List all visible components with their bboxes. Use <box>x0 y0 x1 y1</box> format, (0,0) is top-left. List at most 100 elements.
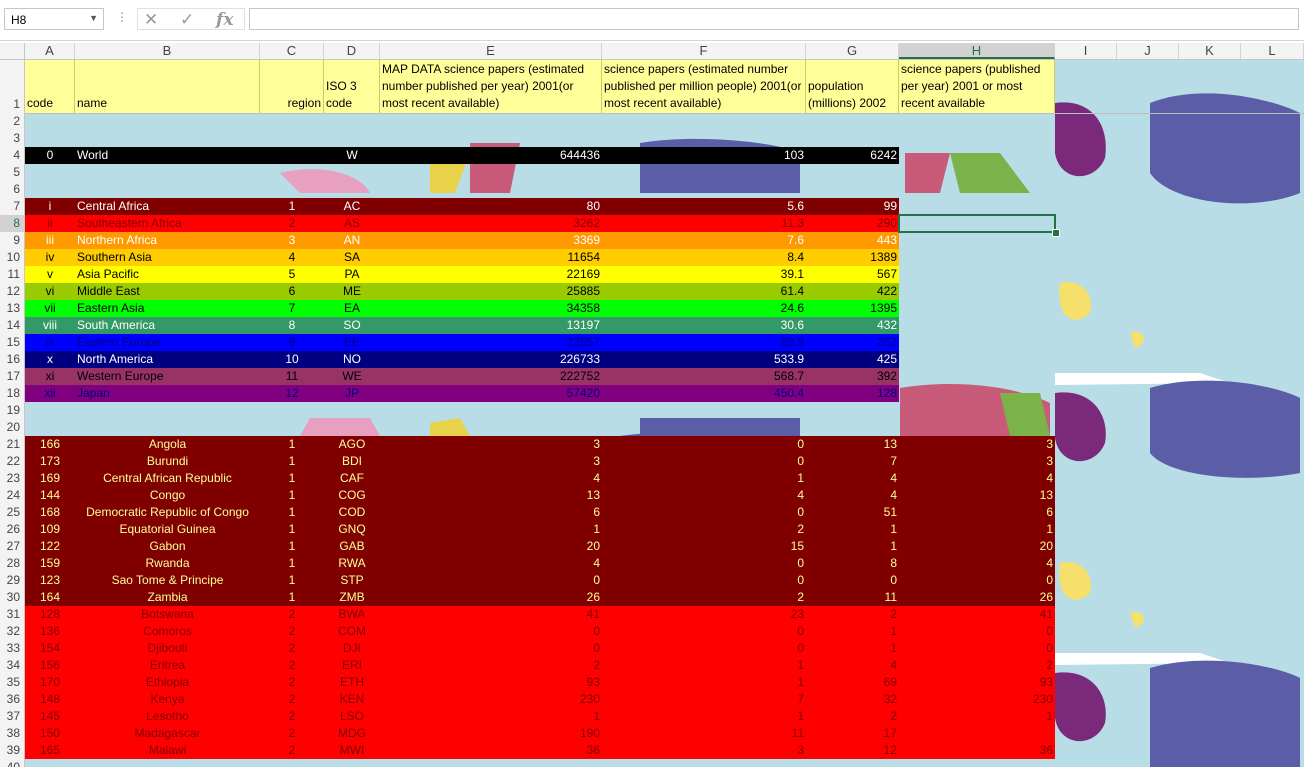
row-header-18[interactable]: 18 <box>0 385 24 402</box>
region-name: Northern Africa <box>77 233 158 247</box>
insert-function-icon[interactable]: fx <box>216 10 233 30</box>
row-header-10[interactable]: 10 <box>0 249 24 266</box>
header-cell-papers[interactable]: science papers (published per year) 2001… <box>899 60 1055 113</box>
country-iso: ERI <box>341 658 362 672</box>
select-all-corner[interactable] <box>0 43 25 59</box>
chevron-down-icon[interactable]: ▼ <box>89 13 98 23</box>
column-header-G[interactable]: G <box>806 43 899 59</box>
cancel-icon[interactable]: ✕ <box>144 10 158 30</box>
row-header-32[interactable]: 32 <box>0 623 24 640</box>
row-header-1[interactable]: 1 <box>0 60 24 113</box>
row-header-19[interactable]: 19 <box>0 402 24 419</box>
row-header-3[interactable]: 3 <box>0 130 24 147</box>
row-header-8[interactable]: 8 <box>0 215 24 232</box>
country-iso: ETH <box>340 675 364 689</box>
column-header-I[interactable]: I <box>1055 43 1117 59</box>
region-map-data: 34358 <box>566 301 600 315</box>
country-name: Botswana <box>141 607 194 621</box>
region-iso: AN <box>343 233 361 247</box>
column-header-H[interactable]: H <box>899 43 1055 59</box>
row-header-28[interactable]: 28 <box>0 555 24 572</box>
worksheet-grid[interactable]: code name region ISO 3 code MAP DATA science… <box>0 43 1304 767</box>
header-cell-code[interactable]: code <box>25 60 75 113</box>
more-options-icon[interactable]: ⋮ <box>116 10 128 24</box>
column-header-C[interactable]: C <box>260 43 324 59</box>
row-header-40[interactable]: 40 <box>0 759 24 767</box>
column-header-F[interactable]: F <box>602 43 806 59</box>
row-header-26[interactable]: 26 <box>0 521 24 538</box>
row-header-38[interactable]: 38 <box>0 725 24 742</box>
country-papers <box>899 725 1055 742</box>
row-header-33[interactable]: 33 <box>0 640 24 657</box>
row-header-31[interactable]: 31 <box>0 606 24 623</box>
column-header-L[interactable]: L <box>1241 43 1304 59</box>
row-header-21[interactable]: 21 <box>0 436 24 453</box>
row-header-35[interactable]: 35 <box>0 674 24 691</box>
country-code: 166 <box>39 437 61 451</box>
row-header-22[interactable]: 22 <box>0 453 24 470</box>
row-header-34[interactable]: 34 <box>0 657 24 674</box>
header-cell-iso[interactable]: ISO 3 code <box>324 60 380 113</box>
row-header-5[interactable]: 5 <box>0 164 24 181</box>
formula-buttons: ✕ ✓ fx <box>137 8 245 30</box>
header-label: population (millions) 2002 <box>808 79 887 110</box>
country-papers: 41 <box>1039 607 1053 621</box>
row-header-16[interactable]: 16 <box>0 351 24 368</box>
header-cell-per-million[interactable]: science papers (estimated number publish… <box>602 60 806 113</box>
fill-handle[interactable] <box>1052 229 1060 237</box>
country-papers: 0 <box>1046 624 1053 638</box>
active-cell-selection[interactable] <box>898 214 1056 233</box>
column-header-A[interactable]: A <box>25 43 75 59</box>
column-header-K[interactable]: K <box>1179 43 1241 59</box>
row-header-4[interactable]: 4 <box>0 147 24 164</box>
column-header-D[interactable]: D <box>324 43 380 59</box>
row-header-7[interactable]: 7 <box>0 198 24 215</box>
row-header-17[interactable]: 17 <box>0 368 24 385</box>
row-header-20[interactable]: 20 <box>0 419 24 436</box>
country-region: 1 <box>288 590 296 604</box>
country-region: 2 <box>288 726 296 740</box>
region-per-million: 61.4 <box>780 284 804 298</box>
country-per-million: 1 <box>797 658 804 672</box>
name-box[interactable]: H8 ▼ <box>4 8 104 30</box>
country-region: 1 <box>288 573 296 587</box>
region-number: 6 <box>288 284 296 298</box>
row-header-29[interactable]: 29 <box>0 572 24 589</box>
row-header-30[interactable]: 30 <box>0 589 24 606</box>
country-map-data: 4 <box>593 471 600 485</box>
row-header-12[interactable]: 12 <box>0 283 24 300</box>
header-cell-region[interactable]: region <box>260 60 324 113</box>
country-region: 2 <box>288 607 296 621</box>
row-header-15[interactable]: 15 <box>0 334 24 351</box>
row-header-25[interactable]: 25 <box>0 504 24 521</box>
row-header-13[interactable]: 13 <box>0 300 24 317</box>
row-header-36[interactable]: 36 <box>0 691 24 708</box>
header-cell-name[interactable]: name <box>75 60 260 113</box>
column-header-J[interactable]: J <box>1117 43 1179 59</box>
row-header-23[interactable]: 23 <box>0 470 24 487</box>
country-code: 164 <box>39 590 61 604</box>
row-header-27[interactable]: 27 <box>0 538 24 555</box>
country-map-data: 4 <box>593 556 600 570</box>
row-header-39[interactable]: 39 <box>0 742 24 759</box>
region-map-data: 23557 <box>566 335 600 349</box>
formula-input[interactable] <box>249 8 1299 30</box>
country-population: 1 <box>890 522 897 536</box>
country-papers: 36 <box>1039 743 1053 757</box>
header-cell-population[interactable]: population (millions) 2002 <box>806 60 899 113</box>
country-per-million: 0 <box>797 556 804 570</box>
row-header-11[interactable]: 11 <box>0 266 24 283</box>
row-header-2[interactable]: 2 <box>0 113 24 130</box>
country-code: 170 <box>39 675 61 689</box>
row-header-14[interactable]: 14 <box>0 317 24 334</box>
row-header-24[interactable]: 24 <box>0 487 24 504</box>
header-cell-map-data[interactable]: MAP DATA science papers (estimated numbe… <box>380 60 602 113</box>
confirm-icon[interactable]: ✓ <box>180 10 194 30</box>
row-header-37[interactable]: 37 <box>0 708 24 725</box>
row-header-9[interactable]: 9 <box>0 232 24 249</box>
region-per-million: 7.6 <box>787 233 804 247</box>
column-header-E[interactable]: E <box>380 43 602 59</box>
country-code: 168 <box>39 505 61 519</box>
row-header-6[interactable]: 6 <box>0 181 24 198</box>
column-header-B[interactable]: B <box>75 43 260 59</box>
